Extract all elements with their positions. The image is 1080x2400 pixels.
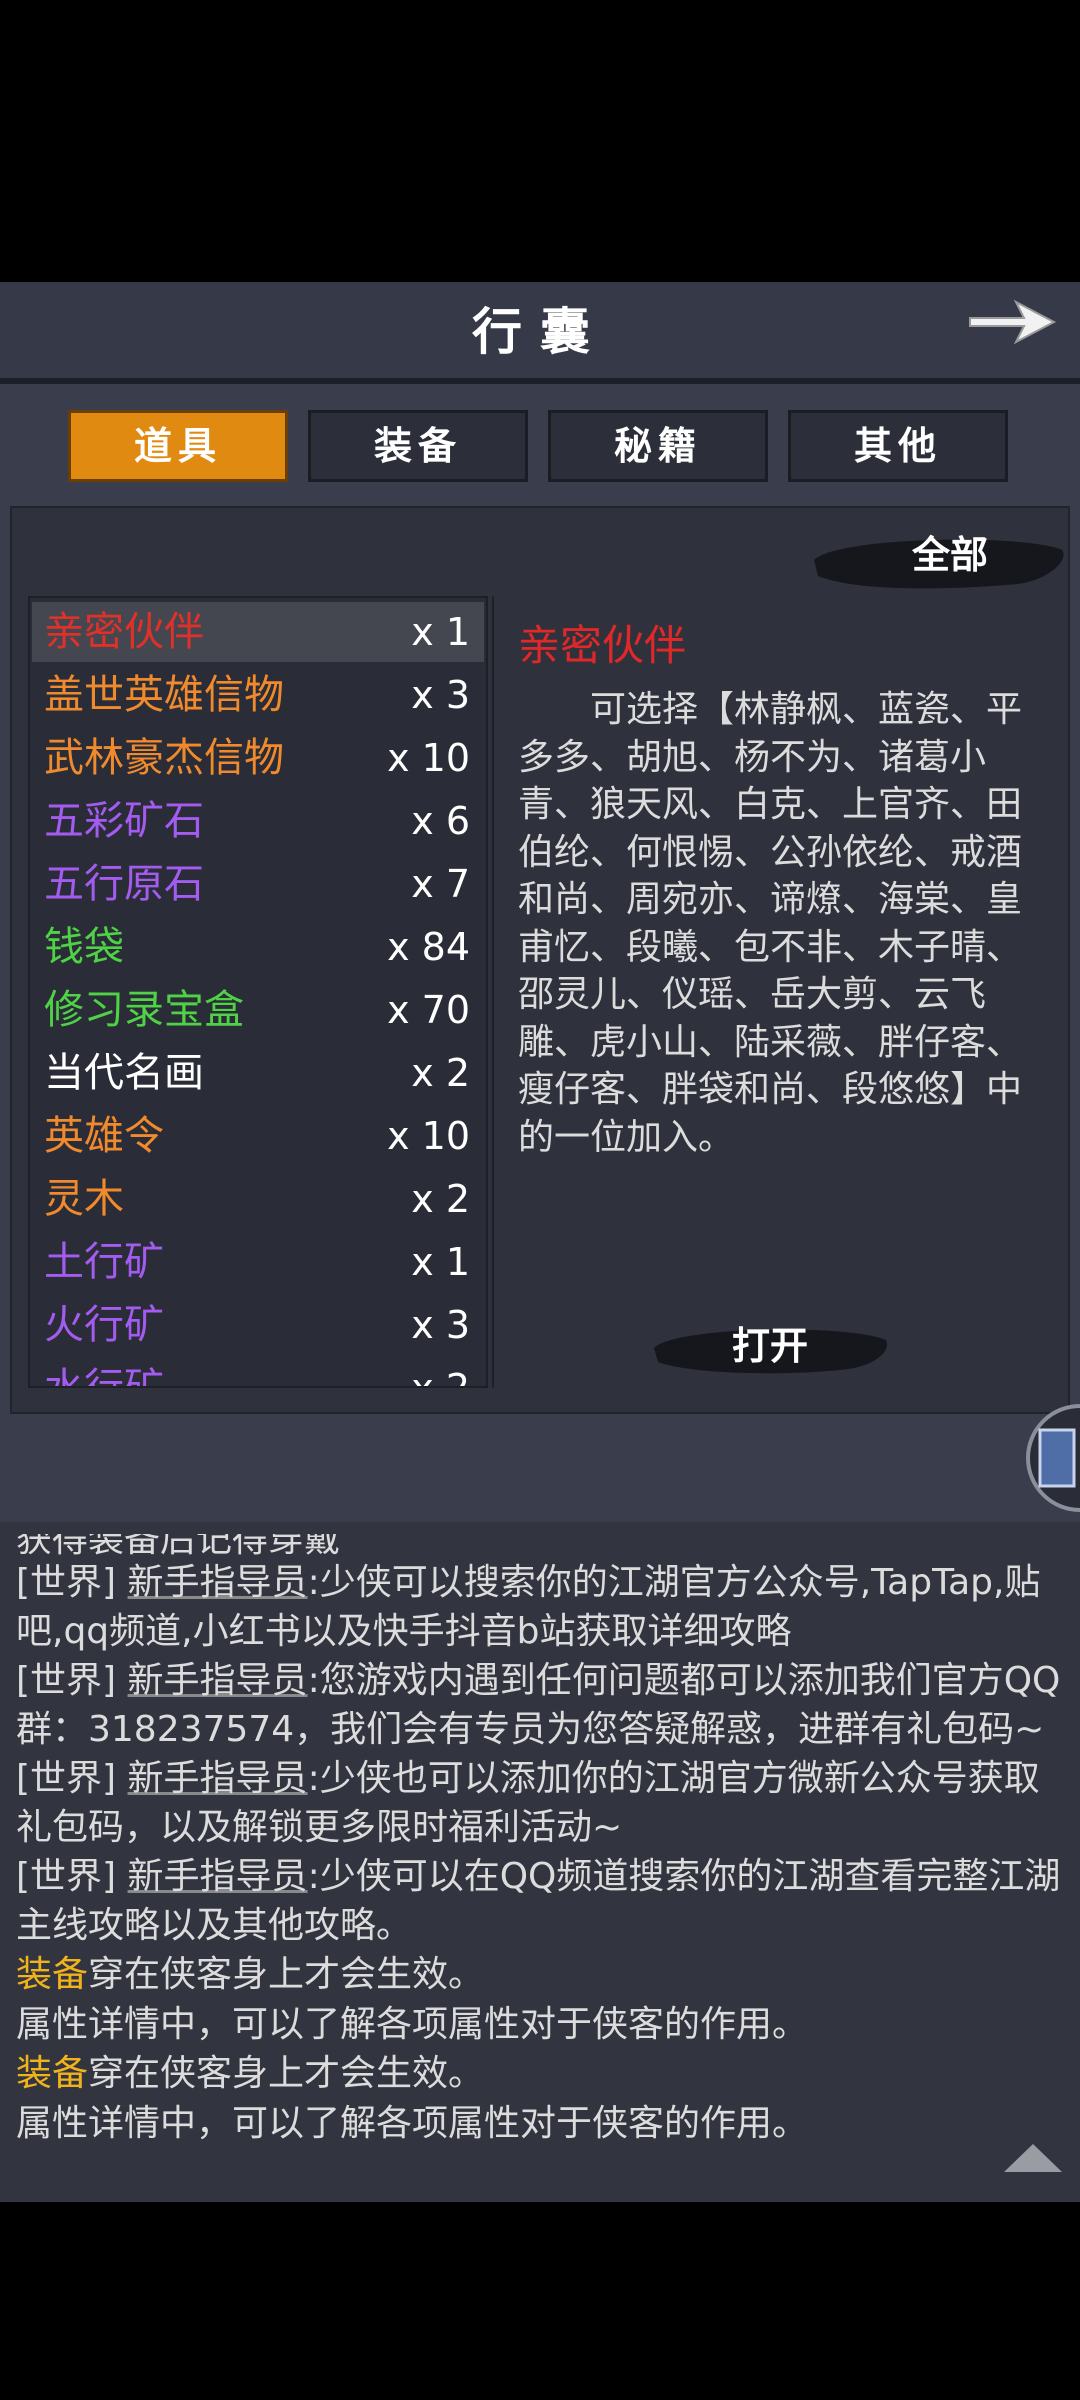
tab-items[interactable]: 道具 [68, 410, 288, 482]
item-count: x 1 [411, 610, 470, 654]
chat-channel: [世界] [16, 1856, 128, 1897]
item-row[interactable]: 灵木 x 2 [32, 1169, 484, 1229]
tip-text: 穿在侠客身上才会生效。 [88, 2053, 485, 2094]
item-count: x 84 [387, 925, 470, 969]
item-row[interactable]: 五行原石 x 7 [32, 854, 484, 914]
triangle-up-icon[interactable] [1000, 2140, 1066, 2176]
book-icon[interactable] [1022, 1404, 1080, 1512]
tip-highlight: 装备 [16, 2053, 89, 2094]
system-tip: 装备穿在侠客身上才会生效。 [16, 1950, 1066, 1999]
item-count: x 3 [411, 1303, 470, 1347]
item-count: x 6 [411, 799, 470, 843]
tip-text: 属性详情中，可以了解各项属性对于侠客的作用。 [16, 2003, 809, 2045]
open-button[interactable]: 打开 [690, 1318, 850, 1374]
chat-message: [世界] 新手指导员:少侠可以搜索你的江湖官方公众号,TapTap,贴吧,qq频… [16, 1558, 1066, 1656]
detail-title: 亲密伙伴 [518, 621, 687, 670]
item-name: 五行原石 [44, 861, 204, 907]
system-tip: 属性详情中，可以了解各项属性对于侠客的作用。 [16, 2000, 1066, 2049]
item-name: 五彩矿石 [44, 798, 204, 844]
item-name: 灵木 [44, 1176, 124, 1222]
item-count: x 70 [387, 988, 470, 1032]
item-name: 火行矿 [44, 1302, 164, 1348]
item-row[interactable]: 英雄令 x 10 [32, 1106, 484, 1166]
item-row[interactable]: 武林豪杰信物 x 10 [32, 728, 484, 788]
page-title: 行囊 [472, 302, 608, 361]
chat-sender[interactable]: 新手指导员 [128, 1856, 308, 1897]
item-name: 修习录宝盒 [44, 987, 244, 1033]
detail-description: 可选择【林静枫、蓝瓷、平多多、胡旭、杨不为、诸葛小青、狼天风、白克、上官齐、田伯… [518, 689, 1023, 1158]
item-count: x 10 [387, 1114, 470, 1158]
item-name: 亲密伙伴 [44, 609, 204, 655]
item-count: x 7 [411, 862, 470, 906]
chat-sender[interactable]: 新手指导员 [128, 1562, 308, 1603]
item-name: 当代名画 [44, 1050, 204, 1096]
system-tip: 装备穿在侠客身上才会生效。 [16, 2049, 1066, 2098]
item-name: 钱袋 [44, 924, 124, 970]
tip-text: 属性详情中，可以了解各项属性对于侠客的作用。 [16, 2102, 809, 2144]
item-count: x 2 [411, 1177, 470, 1221]
item-count: x 3 [411, 673, 470, 717]
chat-message: [世界] 新手指导员:您游戏内遇到任何问题都可以添加我们官方QQ群：318237… [16, 1656, 1066, 1754]
tab-others[interactable]: 其他 [788, 410, 1008, 482]
item-count: x 10 [387, 736, 470, 780]
tab-manuals[interactable]: 秘籍 [548, 410, 768, 482]
item-row[interactable]: 亲密伙伴 x 1 [32, 602, 484, 662]
item-count: x 2 [411, 1051, 470, 1095]
system-tip: 属性详情中，可以了解各项属性对于侠客的作用。 [16, 2099, 1066, 2148]
item-name: 水行矿 [44, 1365, 164, 1388]
chat-message: [世界] 新手指导员:少侠也可以添加你的江湖官方微新公众号获取礼包码，以及解锁更… [16, 1754, 1066, 1852]
chat-channel: [世界] [16, 1758, 128, 1799]
item-name: 英雄令 [44, 1113, 164, 1159]
filter-button[interactable]: 全部 [860, 528, 1040, 582]
right-arrow-icon[interactable] [966, 292, 1058, 352]
chat-channel: [世界] [16, 1562, 128, 1603]
item-list: 亲密伙伴 x 1 盖世英雄信物 x 3 武林豪杰信物 x 10 五彩矿石 x 6 五行原石 x 7… [28, 596, 488, 1388]
item-name: 土行矿 [44, 1239, 164, 1285]
tab-equipment[interactable]: 装备 [308, 410, 528, 482]
chat-sender[interactable]: 新手指导员 [128, 1758, 308, 1799]
item-name: 武林豪杰信物 [44, 735, 284, 781]
item-name: 盖世英雄信物 [44, 672, 284, 718]
chat-sender[interactable]: 新手指导员 [128, 1660, 308, 1701]
item-row[interactable]: 五彩矿石 x 6 [32, 791, 484, 851]
chat-channel: [世界] [16, 1660, 128, 1701]
item-row[interactable]: 钱袋 x 84 [32, 917, 484, 977]
tip-text: 穿在侠客身上才会生效。 [88, 1954, 485, 1995]
item-row[interactable]: 盖世英雄信物 x 3 [32, 665, 484, 725]
item-count: x 2 [411, 1366, 470, 1388]
item-row[interactable]: 当代名画 x 2 [32, 1043, 484, 1103]
item-count: x 1 [411, 1240, 470, 1284]
tip-highlight: 装备 [16, 1954, 89, 1995]
chat-message: [世界] 新手指导员:少侠可以在QQ频道搜索你的江湖查看完整江湖主线攻略以及其他… [16, 1852, 1066, 1950]
item-row[interactable]: 土行矿 x 1 [32, 1232, 484, 1292]
item-row[interactable]: 水行矿 x 2 [32, 1358, 484, 1388]
item-row[interactable]: 火行矿 x 3 [32, 1295, 484, 1355]
item-row[interactable]: 修习录宝盒 x 70 [32, 980, 484, 1040]
